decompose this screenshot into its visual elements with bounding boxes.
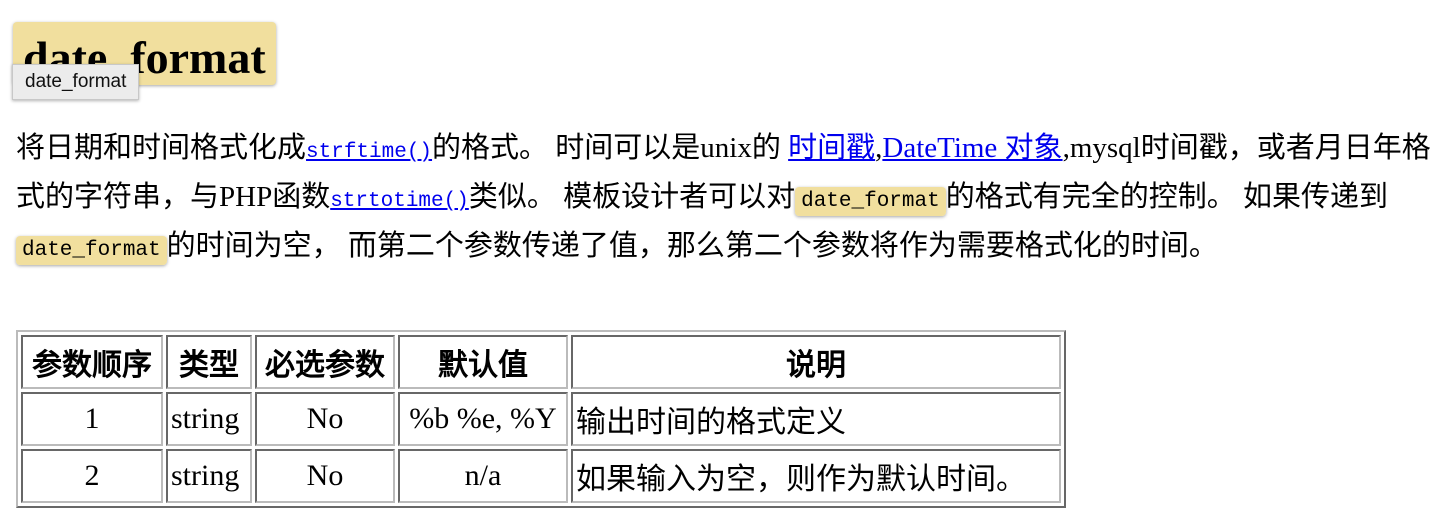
description-text: 将日期和时间格式化成 xyxy=(16,132,307,164)
header-description: 说明 xyxy=(571,335,1061,389)
cell-description: 如果输入为空，则作为默认时间。 xyxy=(571,449,1061,503)
title-tooltip: date_format xyxy=(12,64,140,100)
cell-type: string xyxy=(166,392,252,446)
inline-code: date_format xyxy=(795,187,946,216)
cell-required: No xyxy=(255,449,395,503)
timestamp-link[interactable]: 时间戳 xyxy=(788,132,875,164)
cell-order: 1 xyxy=(21,392,163,446)
header-required: 必选参数 xyxy=(255,335,395,389)
cell-type: string xyxy=(166,449,252,503)
description-text: 的格式。 时间可以是unix的 xyxy=(432,132,789,164)
cell-description: 输出时间的格式定义 xyxy=(571,392,1061,446)
header-order: 参数顺序 xyxy=(21,335,163,389)
cell-required: No xyxy=(255,392,395,446)
strftime-link[interactable]: strftime() xyxy=(306,141,432,164)
table-header-row: 参数顺序 类型 必选参数 默认值 说明 xyxy=(21,335,1061,389)
description-paragraph: 将日期和时间格式化成strftime()的格式。 时间可以是unix的 时间戳,… xyxy=(16,126,1452,273)
datetime-object-link[interactable]: DateTime 对象 xyxy=(882,132,1062,164)
description-text: 类似。 模板设计者可以对 xyxy=(468,181,796,213)
cell-order: 2 xyxy=(21,449,163,503)
header-default: 默认值 xyxy=(398,335,568,389)
parameters-table: 参数顺序 类型 必选参数 默认值 说明 1 string No %b %e, %… xyxy=(16,330,1066,508)
header-type: 类型 xyxy=(166,335,252,389)
description-text: 的时间为空， 而第二个参数传递了值，那么第二个参数将作为需要格式化的时间。 xyxy=(166,230,1218,262)
strtotime-link[interactable]: strtotime() xyxy=(330,190,469,213)
description-text: 的格式有完全的控制。 如果传递到 xyxy=(945,181,1388,213)
cell-default: %b %e, %Y xyxy=(398,392,568,446)
inline-code: date_format xyxy=(16,236,167,265)
table-row: 1 string No %b %e, %Y 输出时间的格式定义 xyxy=(21,392,1061,446)
cell-default: n/a xyxy=(398,449,568,503)
table-row: 2 string No n/a 如果输入为空，则作为默认时间。 xyxy=(21,449,1061,503)
